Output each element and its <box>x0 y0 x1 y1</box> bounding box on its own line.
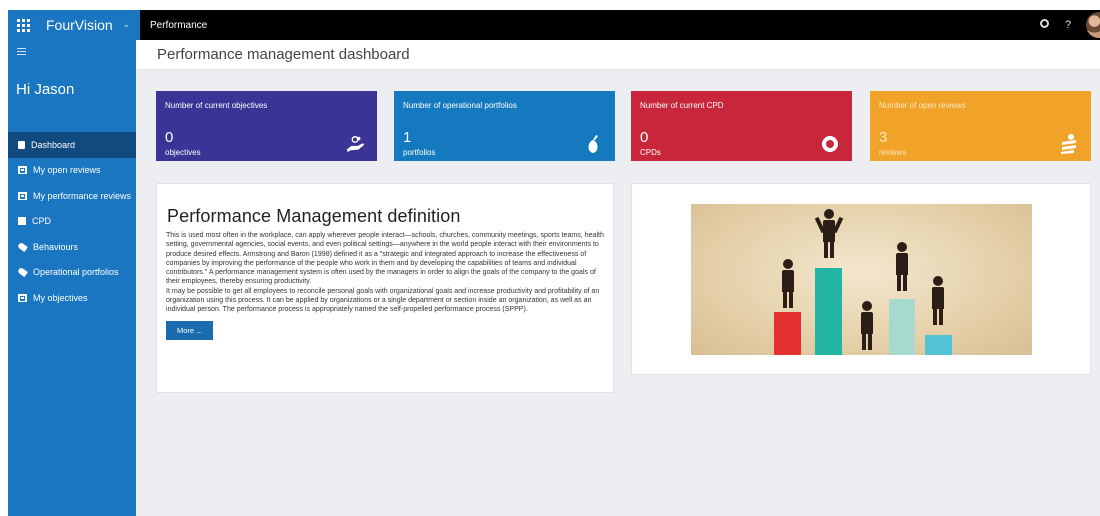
app-name: FourVision <box>46 17 113 33</box>
gear-icon <box>1039 19 1049 28</box>
tile-value: 0 <box>165 129 174 146</box>
tile-value: 0 <box>640 129 649 146</box>
sidebar-item-cpd[interactable]: CPD <box>8 209 136 235</box>
sidebar-item-label: My objectives <box>33 292 88 303</box>
sidebar: Hi Jason Dashboard My open reviews My pe… <box>8 40 136 516</box>
figure-icon <box>823 209 835 258</box>
sidebar-item-my-performance-reviews[interactable]: My performance reviews <box>8 183 136 209</box>
figure-icon <box>896 242 908 291</box>
sidebar-item-label: Dashboard <box>31 139 76 150</box>
tile-title: Number of operational portfolios <box>403 101 517 110</box>
sidebar-item-label: My performance reviews <box>33 190 132 201</box>
sidebar-item-my-open-reviews[interactable]: My open reviews <box>8 158 136 184</box>
sidebar-item-label: Behaviours <box>33 241 79 252</box>
menu-toggle-button[interactable] <box>8 40 136 64</box>
tag-icon <box>17 241 28 252</box>
sidebar-item-label: CPD <box>32 216 52 227</box>
sidebar-item-dashboard[interactable]: Dashboard <box>8 132 136 158</box>
tile-unit: objectives <box>165 148 201 157</box>
target-icon <box>820 134 840 154</box>
performance-illustration <box>691 204 1032 355</box>
settings-button[interactable] <box>1038 19 1050 31</box>
avatar[interactable] <box>1086 12 1100 38</box>
help-button[interactable]: ? <box>1062 19 1074 31</box>
tile-title: Number of current CPD <box>640 101 724 110</box>
bar-teal <box>815 268 842 355</box>
sidebar-item-label: Operational portfolios <box>33 267 119 278</box>
tile-title: Number of open reviews <box>879 101 966 110</box>
bar-light-teal <box>889 299 915 355</box>
review-icon <box>18 293 27 302</box>
page-title: Performance management dashboard <box>136 40 1100 70</box>
figure-icon <box>782 259 794 308</box>
bar-red <box>774 312 801 355</box>
tag-icon <box>17 267 28 278</box>
tile-unit: reviews <box>879 148 907 157</box>
tile-open-reviews[interactable]: Number of open reviews 3 reviews <box>870 91 1091 161</box>
breadcrumb[interactable]: Performance <box>150 20 207 31</box>
chevron-down-icon: ⌄ <box>122 19 130 29</box>
review-icon <box>18 166 27 175</box>
dashboard-icon <box>18 140 25 149</box>
tile-unit: CPDs <box>640 148 661 157</box>
bar-light-blue <box>925 335 952 355</box>
hand-objectives-icon <box>345 134 365 154</box>
figure-icon <box>932 276 944 325</box>
tile-unit: portfolios <box>403 148 436 157</box>
square-icon <box>18 217 26 226</box>
figure-icon <box>861 301 873 350</box>
app-switcher[interactable]: FourVision ⌄ <box>38 10 140 40</box>
tile-operational-portfolios[interactable]: Number of operational portfolios 1 portf… <box>394 91 615 161</box>
definition-card: Performance Management definition This i… <box>156 183 614 393</box>
tile-title: Number of current objectives <box>165 101 268 110</box>
hand-reviews-icon <box>1059 134 1079 154</box>
review-icon <box>18 191 27 200</box>
tile-value: 3 <box>879 129 888 146</box>
definition-heading: Performance Management definition <box>167 206 461 226</box>
top-bar: FourVision ⌄ Performance ? <box>8 10 1100 40</box>
main-content: Performance management dashboard Number … <box>136 40 1100 516</box>
definition-paragraph: It may be possible to get all employees … <box>166 287 600 314</box>
user-greeting: Hi Jason <box>16 81 75 98</box>
tile-current-objectives[interactable]: Number of current objectives 0 objective… <box>156 91 377 161</box>
tile-current-cpd[interactable]: Number of current CPD 0 CPDs <box>631 91 852 161</box>
definition-paragraph: This is used most often in the workplace… <box>166 232 604 286</box>
app-launcher-button[interactable] <box>8 10 38 40</box>
waffle-icon <box>16 18 30 32</box>
sidebar-item-behaviours[interactable]: Behaviours <box>8 234 136 260</box>
illustration-card <box>631 183 1091 375</box>
portfolio-icon <box>583 134 603 154</box>
sidebar-item-label: My open reviews <box>33 165 101 176</box>
tile-value: 1 <box>403 129 412 146</box>
sidebar-item-my-objectives[interactable]: My objectives <box>8 285 136 311</box>
more-button[interactable]: More ... <box>166 320 214 340</box>
sidebar-item-operational-portfolios[interactable]: Operational portfolios <box>8 260 136 286</box>
